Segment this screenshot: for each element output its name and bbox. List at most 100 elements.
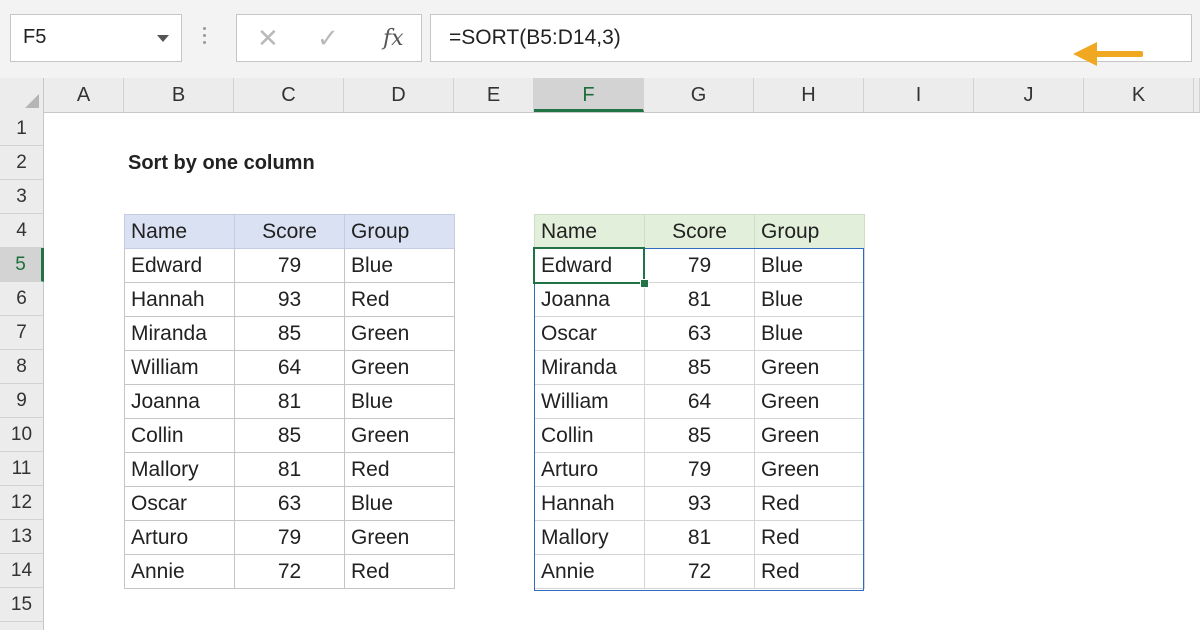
table-cell[interactable]: 63: [234, 486, 345, 521]
table-cell[interactable]: Green: [344, 350, 455, 385]
row-header-7[interactable]: 7: [0, 316, 43, 350]
header-cell[interactable]: Group: [344, 214, 455, 249]
table-cell[interactable]: Joanna: [534, 282, 645, 317]
column-header-e[interactable]: E: [454, 78, 534, 112]
row-header-15[interactable]: 15: [0, 588, 43, 622]
column-header-h[interactable]: H: [754, 78, 864, 112]
column-header-i[interactable]: I: [864, 78, 974, 112]
fill-handle[interactable]: [640, 279, 649, 288]
table-cell[interactable]: 81: [644, 282, 755, 317]
row-header-13[interactable]: 13: [0, 520, 43, 554]
table-cell[interactable]: Arturo: [534, 452, 645, 487]
table-cell[interactable]: Edward: [124, 248, 235, 283]
drag-handle-icon[interactable]: [203, 27, 207, 51]
table-cell[interactable]: 81: [644, 520, 755, 555]
row-header-4[interactable]: 4: [0, 214, 43, 248]
table-cell[interactable]: Oscar: [124, 486, 235, 521]
header-cell[interactable]: Name: [124, 214, 235, 249]
column-header-d[interactable]: D: [344, 78, 454, 112]
table-cell[interactable]: Annie: [124, 554, 235, 589]
row-header-5[interactable]: 5: [0, 248, 44, 282]
table-cell[interactable]: Red: [344, 282, 455, 317]
formula-input[interactable]: =SORT(B5:D14,3): [430, 14, 1192, 66]
table-cell[interactable]: 63: [644, 316, 755, 351]
table-cell[interactable]: William: [534, 384, 645, 419]
table-cell[interactable]: 64: [644, 384, 755, 419]
name-box[interactable]: F5: [10, 14, 182, 62]
row-header-14[interactable]: 14: [0, 554, 43, 588]
table-cell[interactable]: 81: [234, 452, 345, 487]
table-cell[interactable]: Hannah: [124, 282, 235, 317]
table-cell[interactable]: Green: [344, 316, 455, 351]
table-cell[interactable]: 93: [644, 486, 755, 521]
column-header-k[interactable]: K: [1084, 78, 1194, 112]
table-cell[interactable]: Edward: [534, 248, 645, 283]
header-cell[interactable]: Score: [234, 214, 345, 249]
table-cell[interactable]: 79: [644, 248, 755, 283]
row-header-3[interactable]: 3: [0, 180, 43, 214]
column-header-f[interactable]: F: [534, 78, 644, 112]
row-header-9[interactable]: 9: [0, 384, 43, 418]
table-cell[interactable]: 85: [234, 316, 345, 351]
table-cell[interactable]: Collin: [534, 418, 645, 453]
table-cell[interactable]: Red: [754, 520, 865, 555]
table-cell[interactable]: 85: [644, 350, 755, 385]
header-cell[interactable]: Name: [534, 214, 645, 249]
table-cell[interactable]: Red: [754, 486, 865, 521]
insert-function-button[interactable]: fx: [383, 24, 404, 54]
table-cell[interactable]: 85: [644, 418, 755, 453]
column-header-b[interactable]: B: [124, 78, 234, 112]
table-cell[interactable]: Green: [754, 384, 865, 419]
table-cell[interactable]: Annie: [534, 554, 645, 589]
table-cell[interactable]: William: [124, 350, 235, 385]
table-cell[interactable]: Blue: [754, 248, 865, 283]
table-cell[interactable]: Blue: [344, 248, 455, 283]
table-cell[interactable]: Mallory: [124, 452, 235, 487]
table-cell[interactable]: Red: [754, 554, 865, 589]
table-cell[interactable]: 72: [234, 554, 345, 589]
column-header-a[interactable]: A: [44, 78, 124, 112]
table-cell[interactable]: Green: [344, 520, 455, 555]
table-cell[interactable]: 72: [644, 554, 755, 589]
check-icon[interactable]: ✓: [317, 23, 339, 53]
table-cell[interactable]: Arturo: [124, 520, 235, 555]
table-cell[interactable]: 64: [234, 350, 345, 385]
table-cell[interactable]: Green: [754, 452, 865, 487]
header-cell[interactable]: Group: [754, 214, 865, 249]
table-cell[interactable]: Blue: [754, 316, 865, 351]
table-cell[interactable]: Miranda: [534, 350, 645, 385]
row-header-11[interactable]: 11: [0, 452, 43, 486]
table-cell[interactable]: Green: [754, 418, 865, 453]
table-cell[interactable]: 93: [234, 282, 345, 317]
table-cell[interactable]: Blue: [344, 486, 455, 521]
row-header-10[interactable]: 10: [0, 418, 43, 452]
table-cell[interactable]: Blue: [344, 384, 455, 419]
table-cell[interactable]: 81: [234, 384, 345, 419]
row-header-12[interactable]: 12: [0, 486, 43, 520]
table-cell[interactable]: 79: [234, 520, 345, 555]
column-header-g[interactable]: G: [644, 78, 754, 112]
table-cell[interactable]: Joanna: [124, 384, 235, 419]
table-cell[interactable]: Red: [344, 452, 455, 487]
table-cell[interactable]: 85: [234, 418, 345, 453]
table-cell[interactable]: Blue: [754, 282, 865, 317]
header-cell[interactable]: Score: [644, 214, 755, 249]
column-header-c[interactable]: C: [234, 78, 344, 112]
table-cell[interactable]: Hannah: [534, 486, 645, 521]
table-cell[interactable]: Green: [754, 350, 865, 385]
column-header-j[interactable]: J: [974, 78, 1084, 112]
row-header-8[interactable]: 8: [0, 350, 43, 384]
table-cell[interactable]: Miranda: [124, 316, 235, 351]
row-header-2[interactable]: 2: [0, 146, 43, 180]
chevron-down-icon[interactable]: [157, 35, 169, 42]
column-header-overflow[interactable]: [1194, 78, 1200, 112]
table-cell[interactable]: 79: [234, 248, 345, 283]
x-icon[interactable]: ✕: [257, 23, 279, 53]
table-cell[interactable]: 79: [644, 452, 755, 487]
table-cell[interactable]: Green: [344, 418, 455, 453]
row-header-6[interactable]: 6: [0, 282, 43, 316]
table-cell[interactable]: Mallory: [534, 520, 645, 555]
sheet-title[interactable]: Sort by one column: [128, 152, 315, 175]
row-header-1[interactable]: 1: [0, 112, 43, 146]
select-all-button[interactable]: [0, 78, 44, 112]
